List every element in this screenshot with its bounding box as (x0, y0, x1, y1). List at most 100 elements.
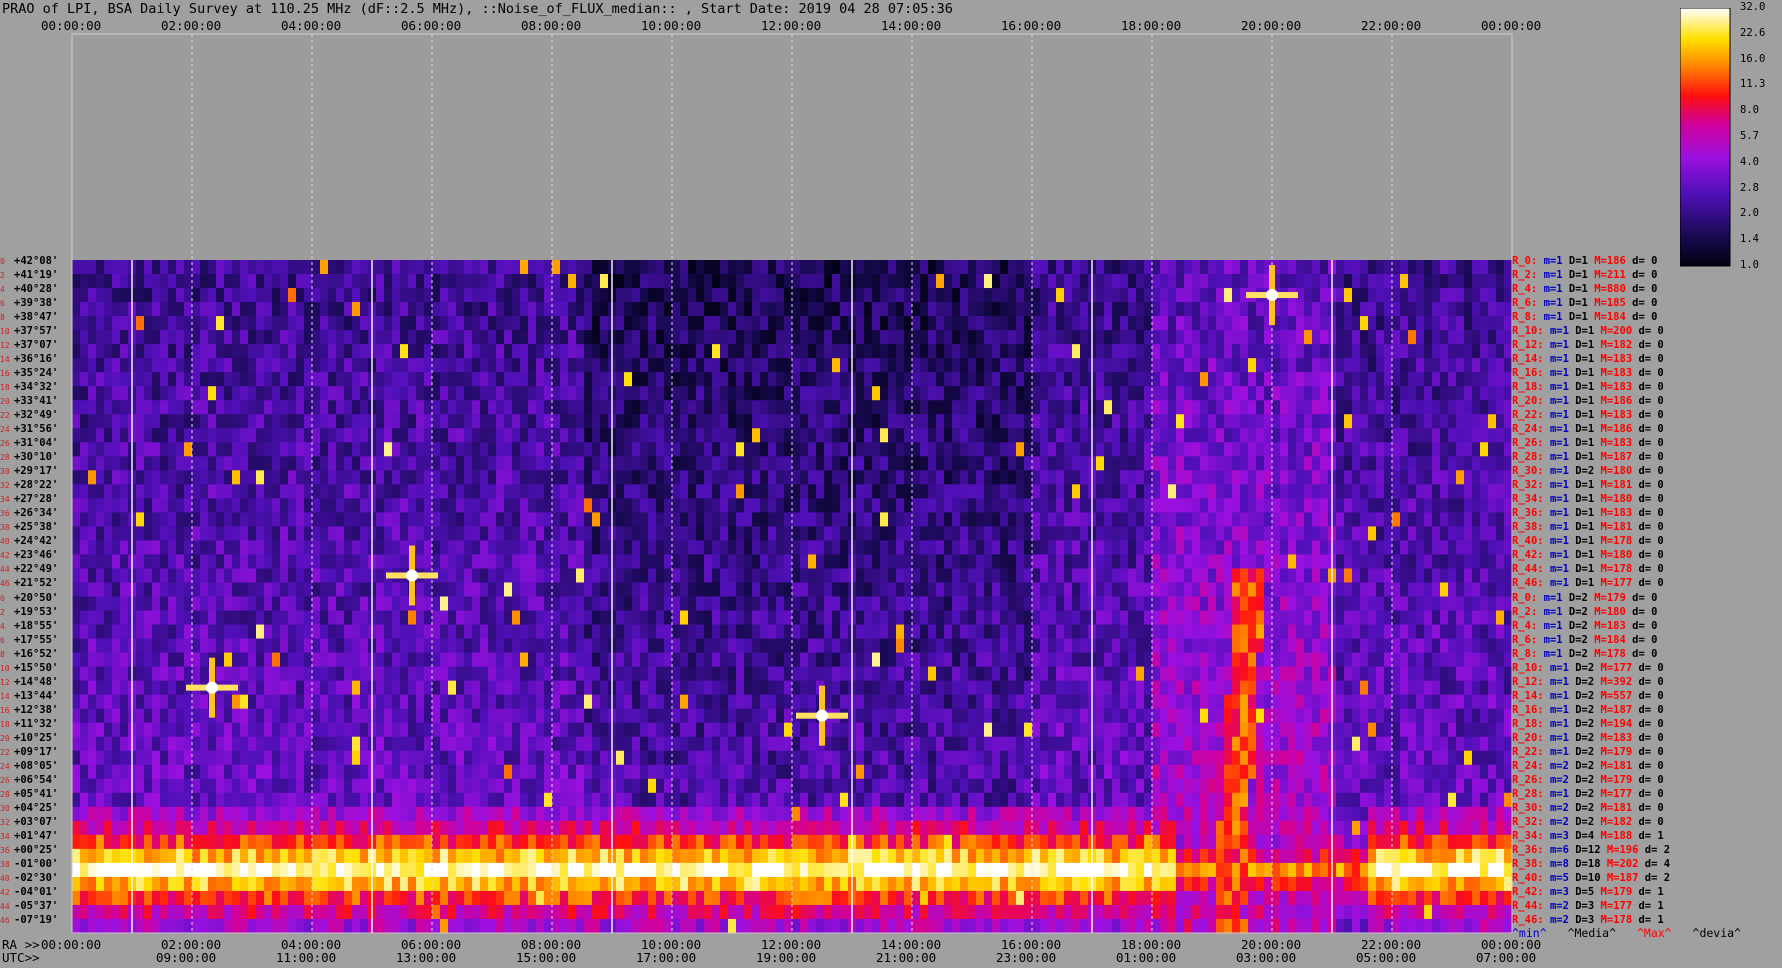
heatmap-cell (1344, 456, 1353, 471)
heatmap-cell (224, 554, 233, 570)
heatmap-cell (152, 344, 161, 359)
heatmap-cell (1200, 484, 1209, 499)
heatmap-cell (1024, 344, 1033, 359)
heatmap-cell (216, 596, 225, 612)
heatmap-cell (1248, 582, 1257, 598)
heatmap-cell (912, 274, 921, 289)
heatmap-cell (1352, 582, 1361, 598)
heatmap-cell (568, 470, 577, 485)
heatmap-cell (480, 526, 489, 542)
heatmap-cell (152, 260, 161, 275)
heatmap-cell (184, 372, 193, 387)
heatmap-cell (320, 526, 329, 542)
heatmap-cell (880, 400, 889, 415)
heatmap-cell (720, 386, 729, 401)
heatmap-cell (1256, 596, 1265, 612)
heatmap-cell (1280, 344, 1289, 359)
heatmap-cell (408, 302, 417, 317)
heatmap-cell (664, 540, 673, 556)
heatmap-cell (1312, 624, 1321, 640)
heatmap-cell (168, 274, 177, 289)
heatmap-cell (512, 260, 521, 275)
heatmap-cell (568, 288, 577, 303)
heatmap-cell (1000, 568, 1009, 584)
heatmap-cell (352, 372, 361, 387)
heatmap-cell (712, 274, 721, 289)
heatmap-cell (696, 372, 705, 387)
heatmap-cell (864, 610, 873, 626)
heatmap-cell (976, 638, 985, 654)
heatmap-cell (144, 554, 153, 570)
heatmap-cell (184, 414, 193, 429)
heatmap-cell (560, 498, 569, 513)
heatmap-cell (456, 526, 465, 542)
heatmap-cell (576, 526, 585, 542)
heatmap-cell (1048, 288, 1057, 303)
heatmap-cell (96, 596, 105, 612)
heatmap-cell (384, 610, 393, 626)
heatmap-cell (984, 260, 993, 275)
heatmap-cell (1224, 372, 1233, 387)
heatmap-cell (1440, 358, 1449, 373)
heatmap-cell (712, 470, 721, 485)
heatmap-cell (488, 624, 497, 640)
heatmap-cell (720, 526, 729, 542)
heatmap-cell (240, 358, 249, 373)
heatmap-cell (1424, 428, 1433, 443)
heatmap-cell (536, 330, 545, 345)
heatmap-cell (1392, 260, 1401, 275)
heatmap-cell (1416, 400, 1425, 415)
heatmap-cell (856, 512, 865, 527)
heatmap-cell (496, 344, 505, 359)
heatmap-cell (1272, 512, 1281, 527)
heatmap-cell (520, 344, 529, 359)
heatmap-cell (744, 568, 753, 584)
heatmap-cell (1232, 414, 1241, 429)
heatmap-cell (1456, 372, 1465, 387)
heatmap-cell (1376, 456, 1385, 471)
heatmap-cell (432, 372, 441, 387)
heatmap-cell (1232, 372, 1241, 387)
heatmap-cell (1200, 610, 1209, 626)
heatmap-cell (504, 512, 513, 527)
heatmap-cell (1168, 260, 1177, 275)
heatmap-cell (560, 624, 569, 640)
heatmap-cell (632, 512, 641, 527)
heatmap-cell (768, 428, 777, 443)
heatmap-cell (840, 400, 849, 415)
heatmap-cell (688, 470, 697, 485)
heatmap-cell (88, 302, 97, 317)
heatmap-cell (840, 260, 849, 275)
heatmap-cell (616, 428, 625, 443)
heatmap-cell (752, 302, 761, 317)
heatmap-cell (936, 400, 945, 415)
heatmap-cell (176, 638, 185, 654)
heatmap-cell (1416, 470, 1425, 485)
heatmap-cell (1384, 316, 1393, 331)
heatmap-cell (536, 358, 545, 373)
heatmap-cell (960, 638, 969, 654)
heatmap-cell (864, 428, 873, 443)
heatmap-cell (1296, 610, 1305, 626)
heatmap-cell (768, 414, 777, 429)
heatmap-cell (96, 484, 105, 499)
heatmap-cell (1360, 288, 1369, 303)
heatmap-cell (888, 330, 897, 345)
heatmap-cell (1112, 316, 1121, 331)
heatmap-cell (1000, 624, 1009, 640)
heatmap-cell (144, 428, 153, 443)
heatmap-cell (1048, 358, 1057, 373)
heatmap-cell (888, 596, 897, 612)
heatmap-cell (560, 610, 569, 626)
heatmap-cell (320, 428, 329, 443)
heatmap-cell (864, 274, 873, 289)
heatmap-cell (360, 386, 369, 401)
heatmap-cell (768, 302, 777, 317)
heatmap-cell (824, 316, 833, 331)
heatmap-cell (424, 554, 433, 570)
heatmap-cell (360, 596, 369, 612)
heatmap-cell (272, 442, 281, 457)
heatmap-cell (624, 582, 633, 598)
heatmap-cell (288, 470, 297, 485)
heatmap-cell (1048, 260, 1057, 275)
